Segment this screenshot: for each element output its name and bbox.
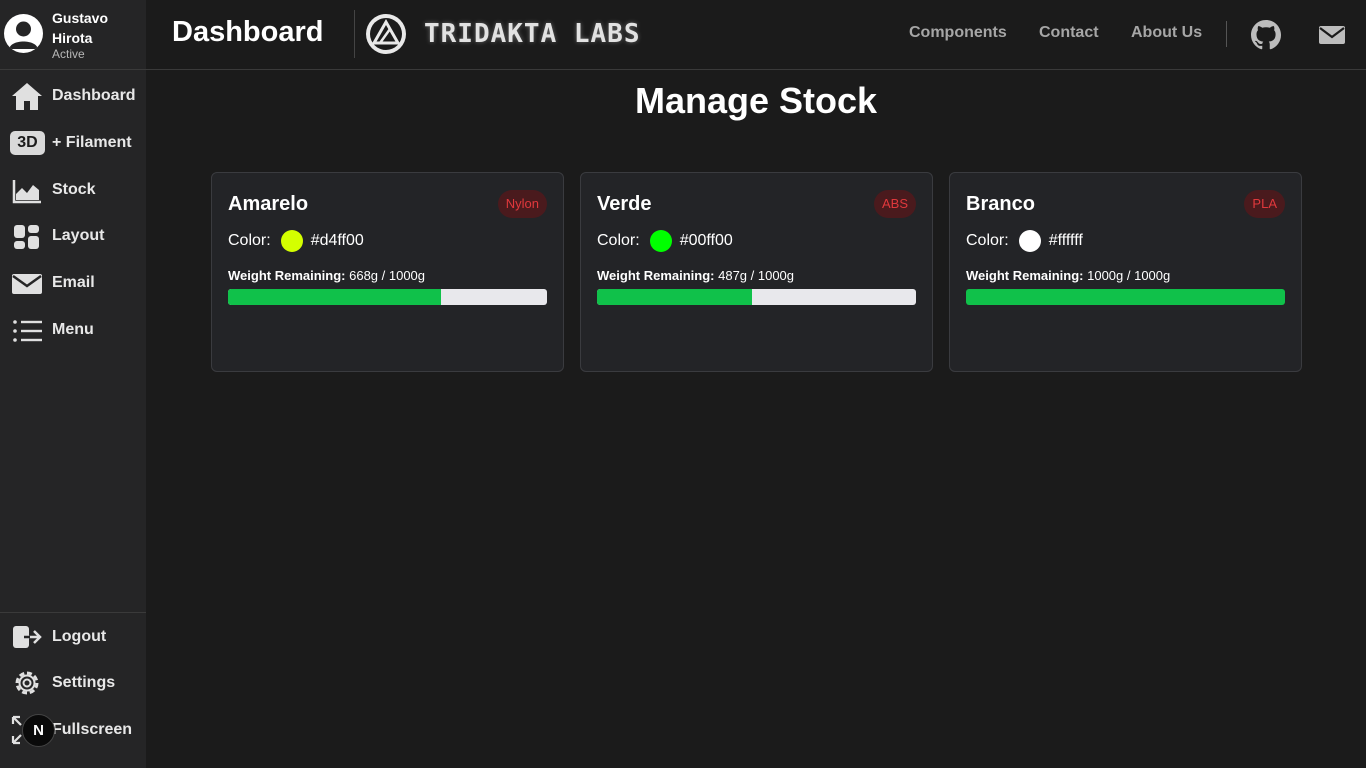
stock-card: Branco PLA Color: #ffffff Weight Remaini… (949, 172, 1302, 372)
weight-label: Weight Remaining: (597, 268, 715, 283)
github-icon[interactable] (1251, 20, 1281, 50)
list-icon (10, 314, 44, 346)
sidebar-item-label: Fullscreen (52, 721, 133, 738)
weight-progress-bar (228, 289, 547, 305)
weight-progress-fill (966, 289, 1285, 305)
page-header-title: Dashboard (172, 16, 324, 48)
sidebar-item-label: Email (52, 274, 95, 291)
header-separator (1226, 21, 1227, 47)
sidebar-item-label: Logout (52, 628, 107, 645)
avatar-icon (4, 14, 43, 53)
mail-icon (10, 267, 44, 299)
user-name: Gustavo Hirota (52, 10, 109, 46)
filament-name: Amarelo (228, 193, 309, 215)
color-swatch (1018, 230, 1041, 252)
color-label: Color: (228, 232, 271, 249)
3d-icon: 3D (10, 131, 45, 155)
brand-logo-icon (364, 12, 408, 56)
mail-icon[interactable] (1317, 20, 1347, 50)
filament-name: Branco (966, 193, 1035, 215)
filament-name: Verde (597, 193, 652, 215)
color-hex: #d4ff00 (310, 232, 364, 249)
weight-remaining: Weight Remaining: 1000g / 1000g (966, 268, 1170, 283)
sidebar-item-menu[interactable]: Menu (0, 310, 146, 350)
weight-value: 668g / 1000g (349, 268, 426, 283)
sidebar-item-dashboard[interactable]: Dashboard (0, 76, 146, 116)
sidebar-item-label: Settings (52, 674, 116, 691)
weight-progress-fill (597, 289, 753, 305)
weight-progress-fill (228, 289, 442, 305)
weight-value: 487g / 1000g (718, 268, 795, 283)
sidebar-item-label: Menu (52, 321, 94, 338)
sidebar-item-label: Stock (52, 181, 96, 198)
color-row: Color: #00ff00 (597, 229, 733, 253)
logout-icon (10, 621, 44, 653)
brand-name: TRIDAKTA LABS (424, 19, 641, 49)
stock-card: Amarelo Nylon Color: #d4ff00 Weight Rema… (211, 172, 564, 372)
sidebar-item-layout[interactable]: Layout (0, 216, 146, 256)
weight-progress-bar (966, 289, 1285, 305)
weight-progress-bar (597, 289, 916, 305)
nav-link-about[interactable]: About Us (1131, 24, 1202, 42)
color-hex: #ffffff (1048, 232, 1083, 249)
nav-link-components[interactable]: Components (909, 24, 1007, 42)
color-row: Color: #d4ff00 (228, 229, 364, 253)
weight-remaining: Weight Remaining: 487g / 1000g (597, 268, 794, 283)
header-divider (354, 10, 355, 58)
dev-tools-badge[interactable]: N (22, 714, 55, 747)
weight-remaining: Weight Remaining: 668g / 1000g (228, 268, 425, 283)
nav-link-contact[interactable]: Contact (1039, 24, 1099, 42)
weight-value: 1000g / 1000g (1087, 268, 1171, 283)
color-swatch (280, 230, 303, 252)
material-badge: Nylon (497, 190, 547, 218)
weight-label: Weight Remaining: (228, 268, 346, 283)
material-badge: PLA (1244, 190, 1285, 218)
home-icon (10, 80, 44, 112)
sidebar-item-filament[interactable]: 3D + Filament (0, 123, 146, 163)
sidebar: Gustavo Hirota Active Dashboard 3D + Fil… (0, 0, 146, 768)
sidebar-item-label: Dashboard (52, 87, 136, 104)
sidebar-item-label: + Filament (52, 134, 132, 151)
color-swatch (649, 230, 672, 252)
sidebar-item-stock[interactable]: Stock (0, 170, 146, 210)
chart-icon (10, 174, 44, 206)
user-panel: Gustavo Hirota Active (0, 0, 146, 70)
color-label: Color: (597, 232, 640, 249)
gear-icon (10, 667, 44, 699)
top-bar: Dashboard TRIDAKTA LABS Components Conta… (146, 0, 1366, 70)
sidebar-item-label: Layout (52, 227, 105, 244)
sidebar-divider (0, 612, 146, 613)
color-hex: #00ff00 (679, 232, 733, 249)
color-row: Color: #ffffff (966, 229, 1083, 253)
page-title: Manage Stock (634, 80, 878, 121)
weight-label: Weight Remaining: (966, 268, 1084, 283)
user-status: Active (52, 47, 85, 61)
sidebar-item-email[interactable]: Email (0, 263, 146, 303)
sidebar-item-logout[interactable]: Logout (0, 617, 146, 657)
stock-card: Verde ABS Color: #00ff00 Weight Remainin… (580, 172, 933, 372)
sidebar-item-settings[interactable]: Settings (0, 663, 146, 703)
color-label: Color: (966, 232, 1009, 249)
layout-icon (10, 220, 44, 252)
material-badge: ABS (873, 190, 916, 218)
